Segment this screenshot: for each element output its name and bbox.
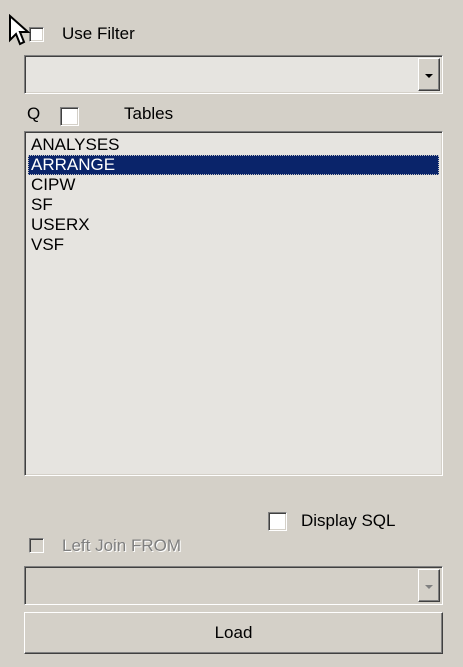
display-sql-checkbox[interactable]	[268, 512, 287, 531]
list-item[interactable]: USERX	[28, 215, 439, 235]
left-join-label: Left Join FROM	[62, 536, 182, 555]
chevron-down-icon	[425, 584, 433, 589]
list-item[interactable]: ANALYSES	[28, 135, 439, 155]
list-item[interactable]: SF	[28, 195, 439, 215]
q-label: Q	[27, 104, 41, 123]
display-sql-label: Display SQL	[301, 511, 396, 530]
tables-listbox[interactable]: ANALYSES ARRANGE CIPW SF USERX VSF	[24, 131, 443, 476]
arrow-cursor-icon	[9, 14, 31, 46]
left-join-dropdown-button[interactable]	[418, 569, 440, 602]
load-button[interactable]: Load	[24, 612, 443, 654]
left-join-combobox[interactable]	[24, 566, 443, 605]
tables-label: Tables	[124, 104, 174, 123]
list-item[interactable]: ARRANGE	[28, 155, 439, 175]
list-item[interactable]: CIPW	[28, 175, 439, 195]
list-item[interactable]: VSF	[28, 235, 439, 255]
left-join-checkbox[interactable]	[29, 538, 44, 553]
filter-combobox[interactable]	[24, 55, 443, 94]
use-filter-label: Use Filter	[62, 24, 135, 43]
chevron-down-icon	[425, 73, 433, 78]
filter-combobox-dropdown-button[interactable]	[418, 58, 440, 91]
q-checkbox[interactable]	[60, 107, 79, 126]
